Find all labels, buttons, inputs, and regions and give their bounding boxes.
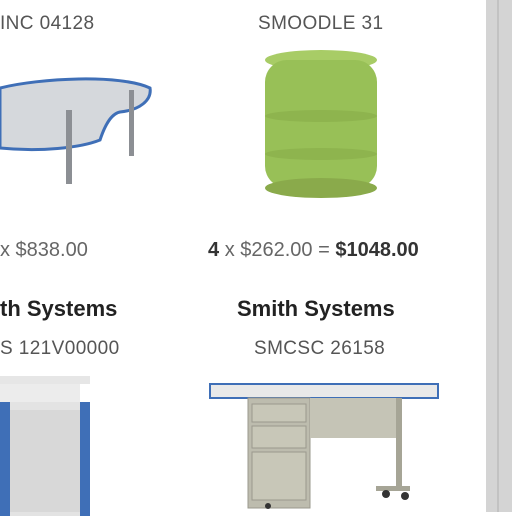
smoodle-stool-image[interactable] (265, 50, 385, 202)
total-price: $1048.00 (335, 239, 419, 261)
scrollbar-divider (497, 0, 499, 512)
product-code: SMCSC 26158 (254, 338, 386, 359)
product-grid: INC 04128 x $838.00 SMOODLE 31 4 x $262.… (0, 0, 485, 516)
product-card-stool[interactable]: SMOODLE 31 4 x $262.00 = $1048.00 (205, 0, 485, 270)
scrollbar-track[interactable] (486, 0, 512, 512)
brand-name: th Systems (0, 296, 118, 321)
product-code: SMOODLE 31 (258, 13, 384, 34)
brand-name: Smith Systems (237, 296, 395, 321)
quantity: 4 (208, 239, 220, 261)
product-code: INC 04128 (0, 13, 95, 34)
cart-image[interactable] (0, 372, 110, 516)
unit-price: x $838.00 (0, 239, 88, 261)
product-card-table[interactable]: INC 04128 x $838.00 (0, 0, 240, 270)
price-line: x $838.00 (0, 239, 88, 262)
product-code: S 121V00000 (0, 338, 120, 359)
product-card-desk[interactable]: Smith Systems SMCSC 26158 (205, 290, 485, 512)
kidney-table-image[interactable] (0, 60, 160, 240)
unit-price: x $262.00 = (224, 239, 330, 261)
price-line: 4 x $262.00 = $1048.00 (208, 239, 419, 262)
product-card-cart[interactable]: th Systems S 121V00000 (0, 290, 240, 516)
teacher-desk-image[interactable] (209, 376, 450, 516)
